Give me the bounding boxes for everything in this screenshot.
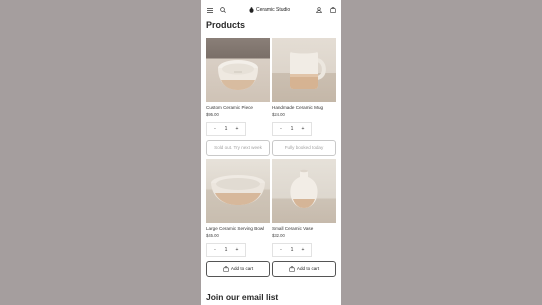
product-image[interactable]: [206, 159, 270, 223]
search-icon[interactable]: [218, 5, 228, 15]
product-price: $95.00: [206, 112, 219, 117]
action-label: Add to cart: [230, 266, 254, 272]
increment-button[interactable]: +: [233, 126, 241, 132]
product-name[interactable]: Small Ceramic Vase: [272, 226, 336, 232]
product-name[interactable]: Handmade Ceramic Mug: [272, 105, 336, 111]
decrement-button[interactable]: -: [211, 247, 219, 253]
quantity-stepper: - 1 +: [272, 122, 312, 136]
phone-screen: Ceramic Studio Products Custom Ceramic P…: [201, 0, 341, 305]
quantity-value[interactable]: 1: [222, 247, 230, 253]
decrement-button[interactable]: -: [277, 126, 285, 132]
action-label: Fully booked today: [284, 145, 324, 151]
brand-logo[interactable]: Ceramic Studio: [249, 5, 290, 15]
add-to-cart-button[interactable]: Add to cart: [272, 261, 336, 277]
increment-button[interactable]: +: [299, 126, 307, 132]
add-to-cart-button[interactable]: Add to cart: [206, 261, 270, 277]
vase-logo-icon: [249, 7, 254, 13]
quantity-value[interactable]: 1: [288, 126, 296, 132]
decrement-button[interactable]: -: [211, 126, 219, 132]
decrement-button[interactable]: -: [277, 247, 285, 253]
cart-icon: [289, 266, 295, 272]
quantity-stepper: - 1 +: [206, 243, 246, 257]
product-image[interactable]: [272, 38, 336, 102]
product-card: Custom Ceramic Piece $95.00 - 1 + Sold o…: [206, 38, 270, 156]
product-card: Handmade Ceramic Mug $24.00 - 1 + Fully …: [272, 38, 336, 156]
page-title: Products: [206, 20, 246, 30]
product-price: $24.00: [272, 112, 285, 117]
quantity-value[interactable]: 1: [288, 247, 296, 253]
product-price: $45.00: [206, 233, 219, 238]
product-price: $32.00: [272, 233, 285, 238]
cart-icon: [223, 266, 229, 272]
quantity-value[interactable]: 1: [222, 126, 230, 132]
newsletter-title: Join our email list: [206, 292, 279, 302]
quantity-stepper: - 1 +: [206, 122, 246, 136]
product-name[interactable]: Custom Ceramic Piece: [206, 105, 270, 111]
quantity-stepper: - 1 +: [272, 243, 312, 257]
brand-name: Ceramic Studio: [256, 7, 291, 13]
product-image[interactable]: [206, 38, 270, 102]
action-label: Sold out. Try next week: [214, 145, 262, 151]
product-card: Small Ceramic Vase $32.00 - 1 + Add to c…: [272, 159, 336, 277]
fully-booked-button[interactable]: Fully booked today: [272, 140, 336, 156]
action-label: Add to cart: [296, 266, 320, 272]
increment-button[interactable]: +: [233, 247, 241, 253]
shopping-bag-icon[interactable]: [328, 5, 338, 15]
product-image[interactable]: [272, 159, 336, 223]
hamburger-menu-icon[interactable]: [205, 5, 215, 15]
site-header: Ceramic Studio: [201, 0, 341, 20]
increment-button[interactable]: +: [299, 247, 307, 253]
sold-out-button[interactable]: Sold out. Try next week: [206, 140, 270, 156]
product-card: Large Ceramic Serving Bowl $45.00 - 1 + …: [206, 159, 270, 277]
product-name[interactable]: Large Ceramic Serving Bowl: [206, 226, 270, 232]
user-icon[interactable]: [314, 5, 324, 15]
